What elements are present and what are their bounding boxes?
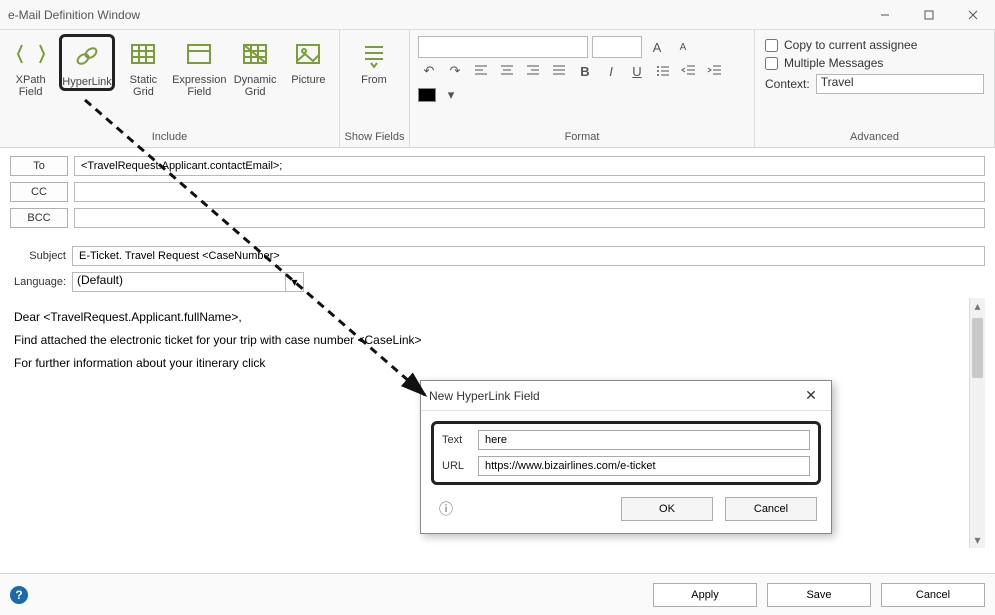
ribbon-include-label: Include (0, 129, 339, 147)
to-button[interactable]: To (10, 156, 68, 176)
body-line-2: Find attached the electronic ticket for … (14, 331, 965, 350)
align-left-icon[interactable] (470, 60, 492, 82)
subject-label: Subject (10, 250, 72, 262)
cc-button[interactable]: CC (10, 182, 68, 202)
expression-field-button[interactable]: Expression Field (172, 34, 226, 98)
font-color-dropdown-icon[interactable]: ▾ (440, 84, 462, 106)
dialog-url-input[interactable] (478, 456, 810, 476)
apply-button[interactable]: Apply (653, 583, 757, 607)
align-center-icon[interactable] (496, 60, 518, 82)
font-family-input[interactable] (418, 36, 588, 58)
font-grow-icon[interactable]: A (646, 36, 668, 58)
dialog-title: New HyperLink Field (429, 389, 540, 403)
from-label: From (361, 74, 387, 86)
editor-scrollbar[interactable]: ▴ ▾ (969, 298, 985, 548)
ribbon: XPath Field HyperLink Static Grid Expres… (0, 30, 995, 148)
align-justify-icon[interactable] (548, 60, 570, 82)
multiple-messages-checkbox[interactable]: Multiple Messages (765, 56, 984, 70)
dialog-ok-button[interactable]: OK (621, 497, 713, 521)
window-title: e-Mail Definition Window (8, 8, 140, 22)
hyperlink-dialog: New HyperLink Field ✕ Text URL ⓘ OK Canc… (420, 380, 832, 534)
static-grid-button[interactable]: Static Grid (119, 34, 168, 98)
bold-icon[interactable]: B (574, 60, 596, 82)
align-right-icon[interactable] (522, 60, 544, 82)
scroll-up-icon[interactable]: ▴ (970, 298, 985, 314)
body-line-3: For further information about your itine… (14, 354, 965, 373)
cc-input[interactable] (74, 182, 985, 202)
scroll-thumb[interactable] (972, 318, 983, 378)
multiple-messages-label: Multiple Messages (784, 56, 883, 70)
ribbon-format-label: Format (410, 129, 754, 147)
context-value: Travel (821, 75, 854, 89)
font-shrink-icon[interactable]: A (672, 36, 694, 58)
ribbon-group-showfields: From Show Fields (340, 30, 410, 147)
italic-icon[interactable]: I (600, 60, 622, 82)
from-button[interactable]: From (346, 34, 402, 86)
titlebar: e-Mail Definition Window (0, 0, 995, 30)
dialog-cancel-button[interactable]: Cancel (725, 497, 817, 521)
dialog-help-icon[interactable]: ⓘ (435, 499, 609, 519)
save-button[interactable]: Save (767, 583, 871, 607)
language-label: Language: (10, 276, 72, 288)
dynamic-grid-button[interactable]: Dynamic Grid (230, 34, 279, 98)
to-input[interactable] (74, 156, 985, 176)
ribbon-showfields-label: Show Fields (340, 129, 409, 147)
dynamic-grid-label: Dynamic Grid (230, 74, 279, 98)
undo-icon[interactable]: ↶ (418, 60, 440, 82)
subject-input[interactable] (72, 246, 985, 266)
bullet-list-icon[interactable] (652, 60, 674, 82)
dialog-close-button[interactable]: ✕ (799, 384, 823, 408)
cancel-button[interactable]: Cancel (881, 583, 985, 607)
expression-field-label: Expression Field (172, 74, 226, 98)
picture-button[interactable]: Picture (284, 34, 333, 86)
dialog-text-label: Text (442, 434, 478, 446)
body-line-1: Dear <TravelRequest.Applicant.fullName>, (14, 308, 965, 327)
ribbon-advanced-label: Advanced (755, 129, 994, 147)
help-icon[interactable]: ? (10, 586, 28, 604)
bcc-button[interactable]: BCC (10, 208, 68, 228)
indent-icon[interactable] (704, 60, 726, 82)
ribbon-group-advanced: Copy to current assignee Multiple Messag… (755, 30, 995, 147)
context-label: Context: (765, 77, 810, 91)
maximize-button[interactable] (907, 0, 951, 30)
hyperlink-label: HyperLink (62, 76, 112, 88)
minimize-button[interactable] (863, 0, 907, 30)
ribbon-group-include: XPath Field HyperLink Static Grid Expres… (0, 30, 340, 147)
redo-icon[interactable]: ↷ (444, 60, 466, 82)
font-size-input[interactable] (592, 36, 642, 58)
font-color-swatch[interactable] (418, 88, 436, 102)
dialog-url-label: URL (442, 460, 478, 472)
close-button[interactable] (951, 0, 995, 30)
xpath-field-label: XPath Field (6, 74, 55, 98)
scroll-down-icon[interactable]: ▾ (970, 532, 985, 548)
dialog-text-input[interactable] (478, 430, 810, 450)
language-value: (Default) (77, 273, 123, 287)
chevron-down-icon: ▾ (285, 273, 303, 291)
ribbon-group-format: A A ↶ ↷ B I U ▾ Format (410, 30, 755, 147)
copy-current-assignee-checkbox[interactable]: Copy to current assignee (765, 38, 984, 52)
xpath-field-button[interactable]: XPath Field (6, 34, 55, 98)
underline-icon[interactable]: U (626, 60, 648, 82)
outdent-icon[interactable] (678, 60, 700, 82)
language-select[interactable]: (Default) ▾ (72, 272, 304, 292)
context-select[interactable]: Travel (816, 74, 984, 94)
static-grid-label: Static Grid (119, 74, 168, 98)
hyperlink-button[interactable]: HyperLink (59, 34, 115, 91)
footer: ? Apply Save Cancel (0, 573, 995, 615)
copy-current-label: Copy to current assignee (784, 38, 917, 52)
picture-label: Picture (291, 74, 325, 86)
bcc-input[interactable] (74, 208, 985, 228)
